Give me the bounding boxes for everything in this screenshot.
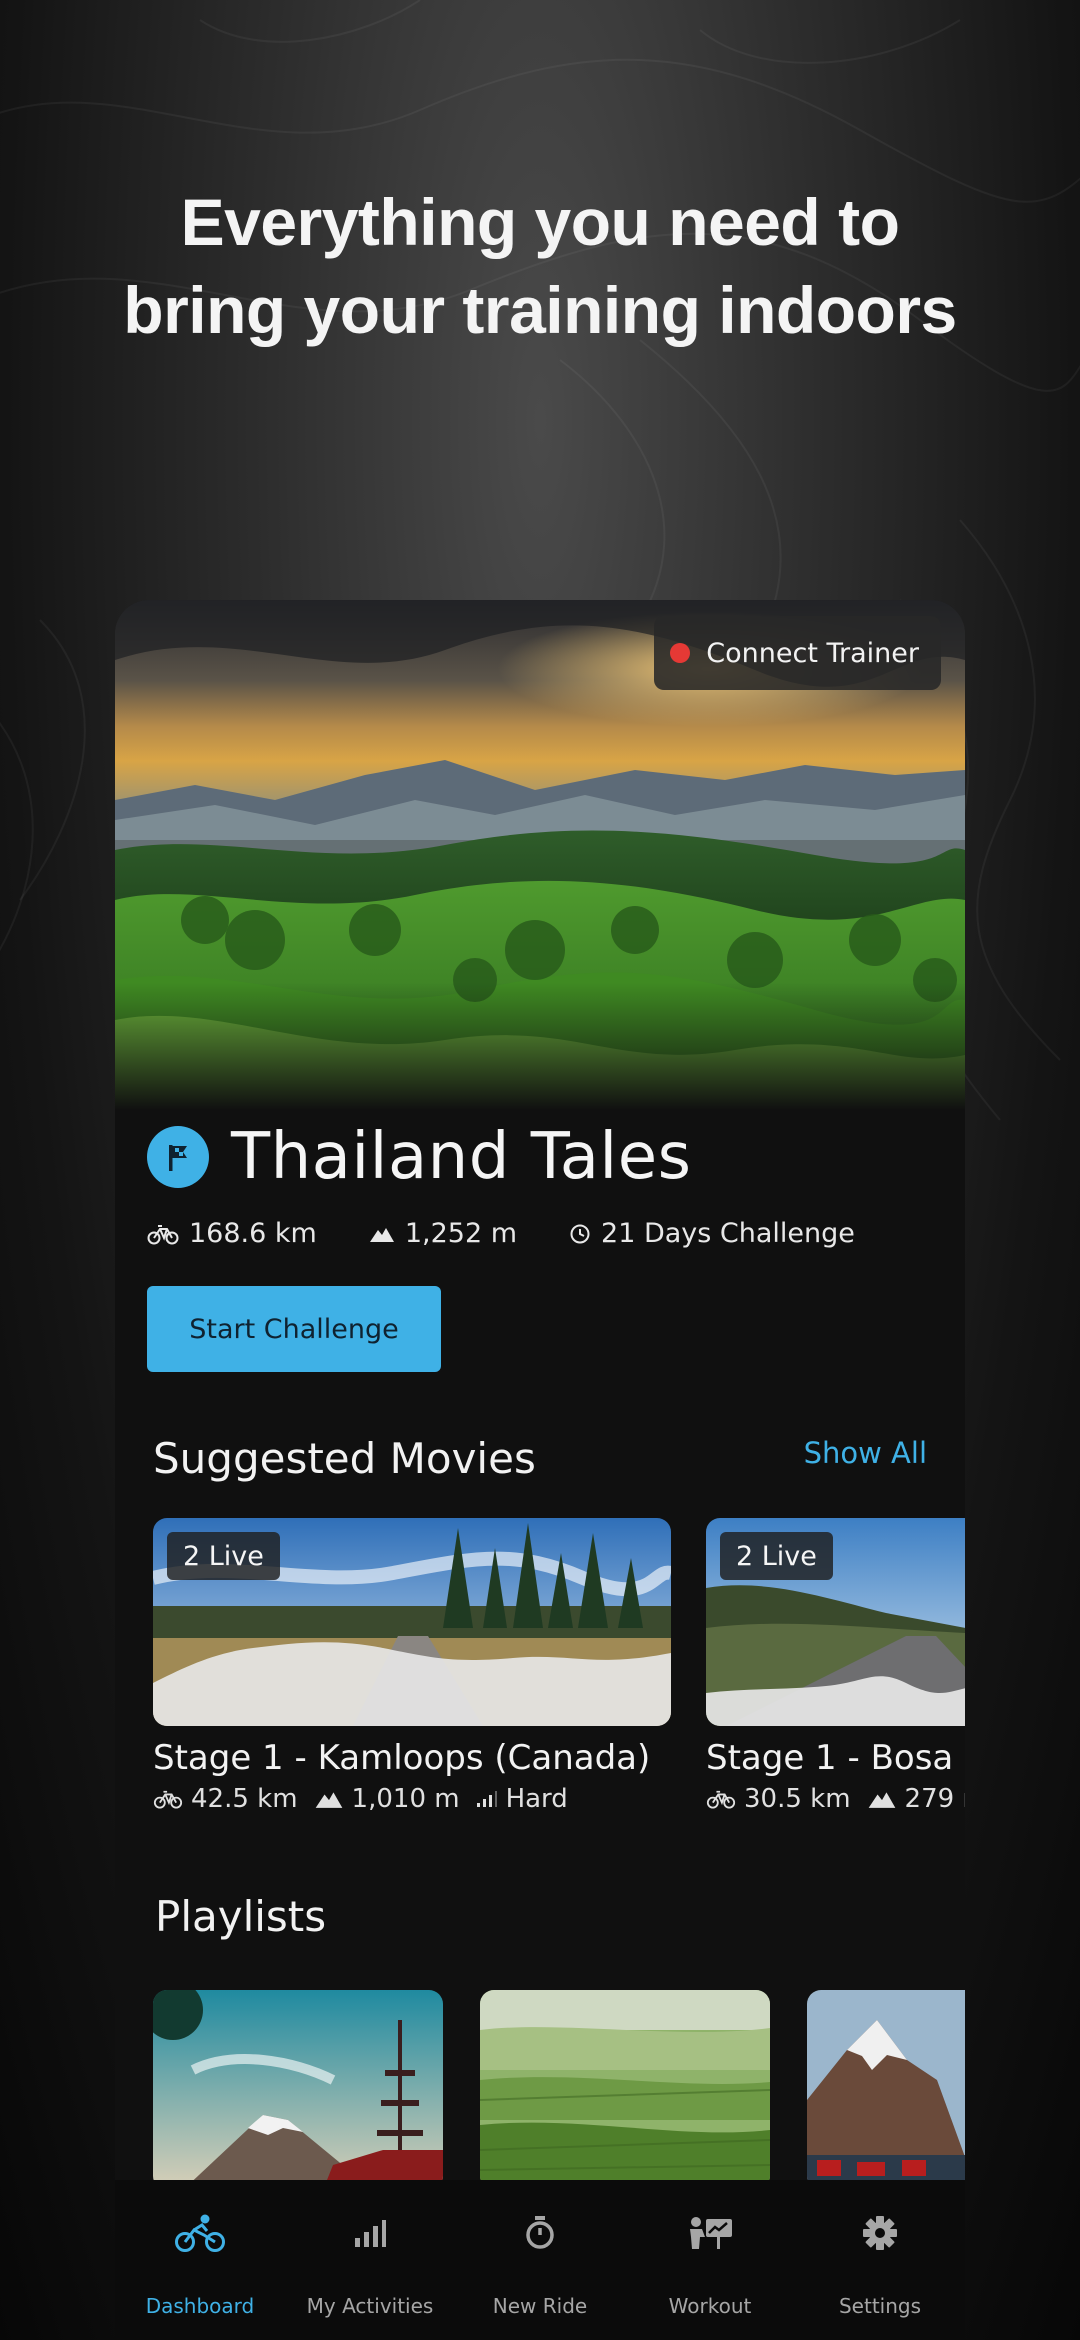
movie-thumbnail: 2 Live (153, 1518, 671, 1726)
connect-trainer-label: Connect Trainer (706, 637, 919, 669)
headline: Everything you need to bring your traini… (0, 178, 1080, 354)
start-challenge-button[interactable]: Start Challenge (147, 1286, 441, 1372)
mountain-icon (868, 1792, 895, 1808)
bike-icon (147, 1224, 179, 1244)
tab-my-activities[interactable]: My Activities (285, 2180, 455, 2340)
tab-new-ride[interactable]: New Ride (455, 2180, 625, 2340)
route-name: Thailand Tales (231, 1120, 692, 1194)
cyclist-icon (174, 2208, 226, 2258)
suggested-movies-title: Suggested Movies (153, 1434, 536, 1483)
mountain-icon (315, 1792, 342, 1808)
bar-chart-icon (353, 2208, 387, 2258)
distance-value: 168.6 km (189, 1218, 317, 1249)
playlist-card[interactable] (153, 1990, 443, 2190)
live-badge: 2 Live (167, 1532, 280, 1580)
movie-elevation-value: 1,010 m (351, 1784, 460, 1814)
tab-label: New Ride (492, 2294, 588, 2318)
movie-title: Stage 1 - Kamloops (Canada) (153, 1738, 651, 1778)
trainer-board-icon (686, 2208, 734, 2258)
difficulty-bars-icon (476, 1791, 497, 1807)
playlist-card[interactable] (480, 1990, 770, 2190)
live-badge: 2 Live (720, 1532, 833, 1580)
tab-label: My Activities (306, 2294, 434, 2318)
elevation-stat: 1,252 m (369, 1218, 517, 1249)
movie-thumbnail: 2 Live (706, 1518, 965, 1726)
route-header: Thailand Tales (147, 1120, 691, 1194)
phone-screen: Connect Trainer Thailand Tales 168.6 km … (115, 600, 965, 2340)
show-all-link[interactable]: Show All (804, 1436, 927, 1470)
connect-trainer-button[interactable]: Connect Trainer (654, 616, 941, 690)
movie-card[interactable]: 2 Live Stage 1 - Kamloops (Canada) 42.5 … (153, 1518, 671, 1814)
movie-distance-value: 42.5 km (191, 1784, 298, 1814)
headline-line-1: Everything you need to (180, 185, 900, 259)
movie-card[interactable]: 2 Live Stage 1 - Bosa Co 30.5 km 279 m (706, 1518, 965, 1814)
movie-elevation-value: 279 m (904, 1784, 965, 1814)
tab-dashboard[interactable]: Dashboard (115, 2180, 285, 2340)
headline-line-2: bring your training indoors (123, 273, 957, 347)
mountain-icon (369, 1227, 394, 1242)
playlists-title: Playlists (155, 1892, 327, 1941)
movie-difficulty: Hard (476, 1784, 568, 1814)
bike-icon (153, 1790, 183, 1809)
clock-icon (570, 1224, 590, 1243)
tab-workout[interactable]: Workout (625, 2180, 795, 2340)
distance-stat: 168.6 km (147, 1218, 317, 1249)
movie-elevation: 1,010 m (314, 1784, 460, 1814)
stopwatch-icon (523, 2208, 557, 2258)
route-stats: 168.6 km 1,252 m 21 Days Challenge (147, 1218, 907, 1249)
connection-status-dot (670, 643, 691, 663)
bike-icon (706, 1790, 736, 1809)
bottom-tab-bar: Dashboard My Activities New Ride Workout… (115, 2180, 965, 2340)
challenge-value: 21 Days Challenge (601, 1218, 855, 1249)
elevation-value: 1,252 m (404, 1218, 518, 1249)
tab-label: Dashboard (145, 2294, 255, 2318)
challenge-stat: 21 Days Challenge (569, 1218, 855, 1249)
movie-elevation: 279 m (867, 1784, 965, 1814)
playlist-card[interactable] (807, 1990, 965, 2190)
flag-icon (147, 1126, 209, 1188)
movie-title: Stage 1 - Bosa Co (706, 1738, 965, 1778)
gear-icon (861, 2208, 899, 2258)
movie-distance: 30.5 km (706, 1784, 851, 1814)
movie-distance-value: 30.5 km (744, 1784, 851, 1814)
tab-settings[interactable]: Settings (795, 2180, 965, 2340)
movie-stats: 30.5 km 279 m (706, 1784, 965, 1814)
movie-stats: 42.5 km 1,010 m Hard (153, 1784, 671, 1814)
movie-distance: 42.5 km (153, 1784, 298, 1814)
tab-label: Workout (668, 2294, 752, 2318)
movie-difficulty-value: Hard (505, 1784, 568, 1814)
tab-label: Settings (838, 2294, 922, 2318)
